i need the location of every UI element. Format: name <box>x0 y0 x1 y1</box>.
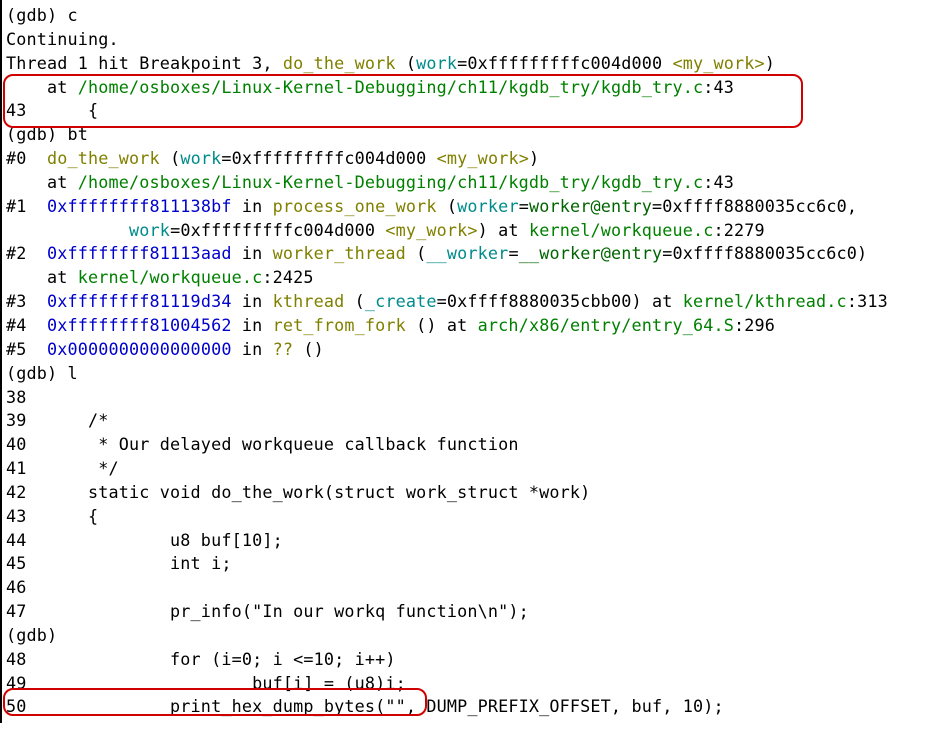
source-46: 46 <box>6 576 920 600</box>
frame-3: #3 0xffffffff81119d34 in kthread (_creat… <box>6 290 920 314</box>
frame-0-file: at /home/osboxes/Linux-Kernel-Debugging/… <box>6 171 920 195</box>
source-43-brace: 43 { <box>6 505 920 529</box>
gdb-prompt[interactable]: (gdb) <box>6 624 920 648</box>
source-45: 45 int i; <box>6 552 920 576</box>
file-path: /home/osboxes/Linux-Kernel-Debugging/ch1… <box>78 77 703 97</box>
gdb-cmd-bt: (gdb) bt <box>6 123 920 147</box>
source-49: 49 buf[i] = (u8)i; <box>6 672 920 696</box>
source-39: 39 /* <box>6 409 920 433</box>
entry-param: worker@entry <box>529 196 652 216</box>
frame-1: #1 0xffffffff811138bf in process_one_wor… <box>6 195 920 219</box>
source-48: 48 for (i=0; i <=10; i++) <box>6 648 920 672</box>
source-42: 42 static void do_the_work(struct work_s… <box>6 481 920 505</box>
source-47: 47 pr_info("In our workq function\n"); <box>6 600 920 624</box>
frame-1-cont: work=0xfffffffffc004d000 <my_work>) at k… <box>6 219 920 243</box>
terminal-output: (gdb) c Continuing. Thread 1 hit Breakpo… <box>6 4 920 719</box>
source-38: 38 <box>6 386 920 410</box>
gdb-cmd-continue: (gdb) c <box>6 4 920 28</box>
source-40: 40 * Our delayed workqueue callback func… <box>6 433 920 457</box>
source-44: 44 u8 buf[10]; <box>6 529 920 553</box>
breakpoint-hit-line: Thread 1 hit Breakpoint 3, do_the_work (… <box>6 52 920 76</box>
param-name: work <box>416 53 457 73</box>
source-line-43: 43 { <box>6 99 920 123</box>
breakpoint-file-line: at /home/osboxes/Linux-Kernel-Debugging/… <box>6 76 920 100</box>
source-41: 41 */ <box>6 457 920 481</box>
frame-2: #2 0xffffffff81113aad in worker_thread (… <box>6 242 920 266</box>
address: 0xffffffff811138bf <box>47 196 232 216</box>
frame-4: #4 0xffffffff81004562 in ret_from_fork (… <box>6 314 920 338</box>
symbol-name: <my_work> <box>673 53 765 73</box>
frame-2-file: at kernel/workqueue.c:2425 <box>6 266 920 290</box>
gdb-cmd-list: (gdb) l <box>6 362 920 386</box>
continuing-text: Continuing. <box>6 28 920 52</box>
source-50: 50 print_hex_dump_bytes("", DUMP_PREFIX_… <box>6 695 920 719</box>
frame-5: #5 0x0000000000000000 in ?? () <box>6 338 920 362</box>
frame-0: #0 do_the_work (work=0xfffffffffc004d000… <box>6 147 920 171</box>
function-name: do_the_work <box>283 53 396 73</box>
